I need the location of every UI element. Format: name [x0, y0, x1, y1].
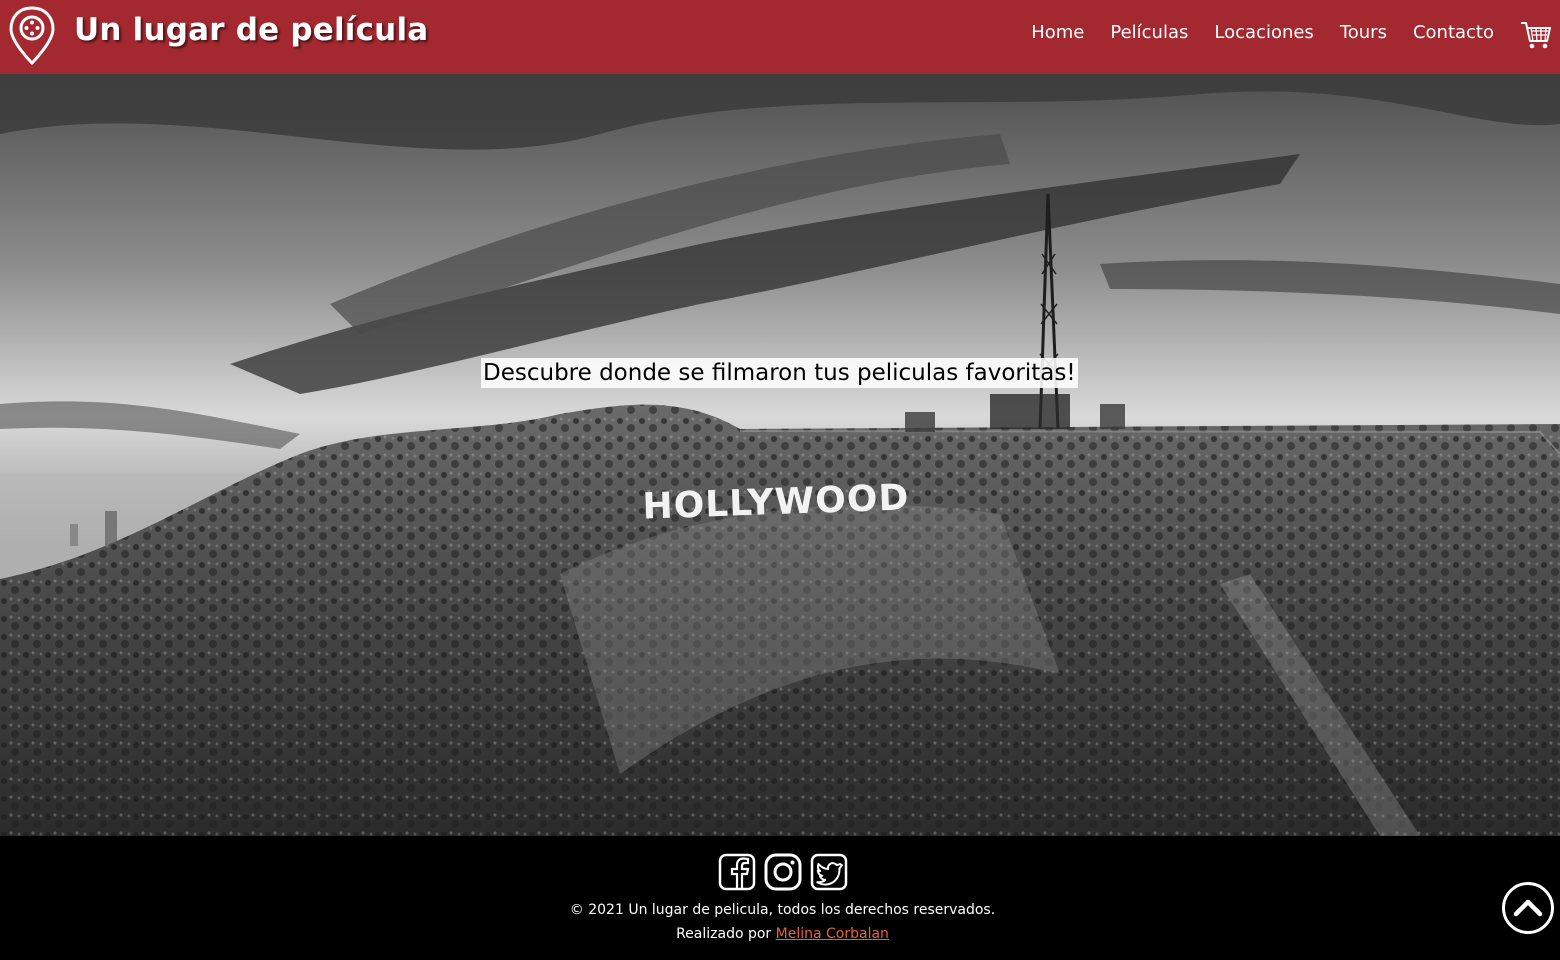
chevron-up-circle-icon[interactable] — [1501, 881, 1555, 935]
credits-prefix: Realizado por — [676, 926, 772, 942]
credits-line: Realizado por Melina Corbalan — [0, 926, 1560, 942]
hero-tagline: Descubre donde se filmaron tus peliculas… — [481, 358, 1078, 388]
nav-contacto[interactable]: Contacto — [1413, 22, 1494, 44]
site-title[interactable]: Un lugar de película — [74, 12, 428, 48]
nav-locaciones[interactable]: Locaciones — [1214, 22, 1313, 44]
site-footer: © 2021 Un lugar de pelicula, todos los d… — [0, 836, 1560, 960]
social-links — [718, 853, 856, 891]
nav-peliculas[interactable]: Películas — [1110, 22, 1188, 44]
main-nav: Home Películas Locaciones Tours Contacto — [1005, 22, 1494, 44]
instagram-icon[interactable] — [764, 853, 802, 891]
copyright-text: © 2021 Un lugar de pelicula, todos los d… — [569, 902, 996, 918]
nav-tours[interactable]: Tours — [1340, 22, 1387, 44]
map-pin-icon[interactable] — [8, 5, 56, 67]
facebook-icon[interactable] — [718, 853, 756, 891]
shopping-cart-icon[interactable] — [1520, 19, 1552, 51]
nav-home[interactable]: Home — [1031, 22, 1084, 44]
hero-banner: HOLLYWOOD Descubre donde se filmaron tus… — [0, 74, 1560, 836]
author-link[interactable]: Melina Corbalan — [776, 926, 889, 942]
site-header: Un lugar de película Home Películas Loca… — [0, 0, 1560, 74]
hollywood-hills-image: HOLLYWOOD — [0, 74, 1560, 836]
twitter-icon[interactable] — [810, 853, 848, 891]
